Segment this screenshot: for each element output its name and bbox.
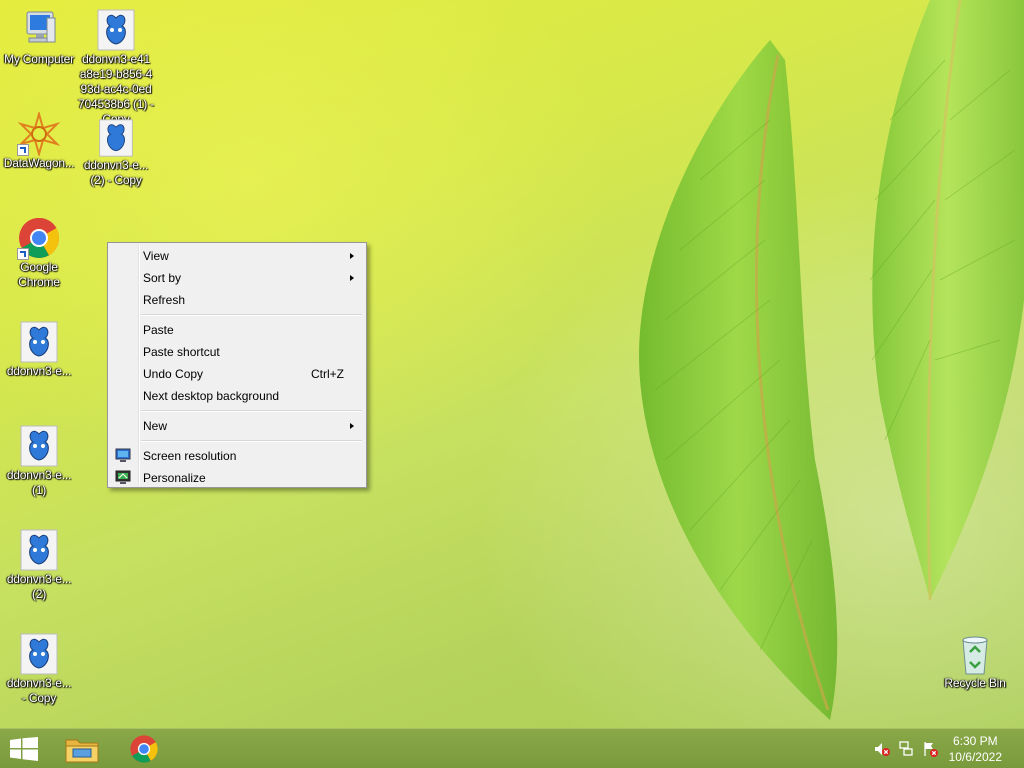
menu-item-label: Paste shortcut xyxy=(143,345,220,359)
computer-icon xyxy=(17,8,61,52)
menu-item-next-desktop-background[interactable]: Next desktop background xyxy=(110,385,364,407)
menu-item-sort-by[interactable]: Sort by xyxy=(110,267,364,289)
submenu-arrow-icon xyxy=(350,275,354,281)
taskbar-file-explorer-button[interactable] xyxy=(58,729,106,768)
desktop-icon-ddonvn3-copy[interactable]: ddonvn3-e... - Copy xyxy=(0,632,78,706)
recycle-bin-icon xyxy=(953,632,997,676)
taskbar-clock[interactable]: 6:30 PM 10/6/2022 xyxy=(949,733,1002,765)
taskbar-chrome-button[interactable] xyxy=(120,729,168,768)
shortcut-arrow-icon xyxy=(17,248,29,260)
desktop-icon-label: ddonvn3-e41 a8e19-b856-4 93d-ac4c-0ed 70… xyxy=(78,52,154,126)
menu-item-label: Sort by xyxy=(143,271,182,285)
speaker-muted-icon[interactable] xyxy=(874,741,890,757)
clock-date: 10/6/2022 xyxy=(948,750,1002,764)
desktop-icon-google-chrome[interactable]: Google Chrome xyxy=(0,216,78,290)
shortcut-arrow-icon xyxy=(17,144,29,156)
desktop-icon-label: ddonvn3-e... - Copy xyxy=(6,676,72,705)
action-center-flag-icon[interactable] xyxy=(922,741,938,757)
menu-item-label: Personalize xyxy=(143,471,206,485)
menu-separator xyxy=(141,314,362,316)
blue-character-file-icon xyxy=(17,528,61,572)
menu-item-label: Refresh xyxy=(143,293,186,307)
menu-item-label: Paste xyxy=(143,323,174,337)
network-icon[interactable] xyxy=(898,741,914,757)
desktop-icon-ddonvn3-1-copy[interactable]: ddonvn3-e41 a8e19-b856-4 93d-ac4c-0ed 70… xyxy=(77,8,155,127)
start-button[interactable] xyxy=(0,729,48,768)
windows-logo-icon xyxy=(10,737,38,766)
desktop-icon-ddonvn3-2[interactable]: ddonvn3-e... (2) xyxy=(0,528,78,602)
menu-item-label: Next desktop background xyxy=(143,389,280,403)
desktop-icon-datawagon[interactable]: DataWagon... xyxy=(0,110,78,171)
blue-character-file-icon xyxy=(94,118,138,158)
menu-item-screen-resolution[interactable]: Screen resolution xyxy=(110,445,364,467)
desktop[interactable]: My Computer ddonvn3-e41 a8e19-b856-4 93d… xyxy=(0,0,1024,728)
submenu-arrow-icon xyxy=(350,423,354,429)
menu-item-paste[interactable]: Paste xyxy=(110,319,364,341)
blue-character-file-icon xyxy=(94,8,138,52)
blue-character-file-icon xyxy=(17,632,61,676)
submenu-arrow-icon xyxy=(350,253,354,259)
desktop-icon-ddonvn3[interactable]: ddonvn3-e... xyxy=(0,320,78,379)
menu-item-undo-copy[interactable]: Undo Copy Ctrl+Z xyxy=(110,363,364,385)
personalize-monitor-icon xyxy=(115,470,131,486)
monitor-icon xyxy=(115,448,131,464)
menu-item-refresh[interactable]: Refresh xyxy=(110,289,364,311)
menu-item-personalize[interactable]: Personalize xyxy=(110,467,364,489)
taskbar: 6:30 PM 10/6/2022 xyxy=(0,728,1024,768)
desktop-icon-label: Google Chrome xyxy=(18,260,60,289)
chrome-icon xyxy=(17,216,61,260)
desktop-icon-ddonvn3-2-copy[interactable]: ddonvn3-e... (2) - Copy xyxy=(77,118,155,188)
menu-item-view[interactable]: View xyxy=(110,245,364,267)
menu-item-paste-shortcut[interactable]: Paste shortcut xyxy=(110,341,364,363)
desktop-icon-recycle-bin[interactable]: Recycle Bin xyxy=(936,632,1014,691)
desktop-icon-label: ddonvn3-e... (1) xyxy=(6,468,72,497)
menu-separator xyxy=(141,410,362,412)
blue-character-file-icon xyxy=(17,424,61,468)
desktop-icon-label: ddonvn3-e... xyxy=(6,364,72,378)
datawagon-star-icon xyxy=(17,110,61,158)
desktop-icon-label: My Computer xyxy=(4,52,74,66)
desktop-icon-label: Recycle Bin xyxy=(944,676,1006,690)
desktop-icon-label: DataWagon... xyxy=(3,156,75,170)
chrome-icon xyxy=(129,734,159,768)
clock-time: 6:30 PM xyxy=(952,734,998,748)
file-explorer-icon xyxy=(65,735,99,768)
desktop-icon-my-computer[interactable]: My Computer xyxy=(0,8,78,67)
desktop-icon-label: ddonvn3-e... (2) xyxy=(6,572,72,601)
menu-item-shortcut: Ctrl+Z xyxy=(311,367,344,381)
desktop-context-menu: View Sort by Refresh Paste Paste shortcu… xyxy=(107,242,367,488)
menu-item-new[interactable]: New xyxy=(110,415,364,437)
blue-character-file-icon xyxy=(17,320,61,364)
menu-item-label: Screen resolution xyxy=(143,449,237,463)
desktop-icon-ddonvn3-1[interactable]: ddonvn3-e... (1) xyxy=(0,424,78,498)
menu-item-label: New xyxy=(143,419,168,433)
menu-separator xyxy=(141,440,362,442)
desktop-icon-label: ddonvn3-e... (2) - Copy xyxy=(83,158,149,187)
menu-item-label: View xyxy=(143,249,169,263)
menu-item-label: Undo Copy xyxy=(143,367,204,381)
